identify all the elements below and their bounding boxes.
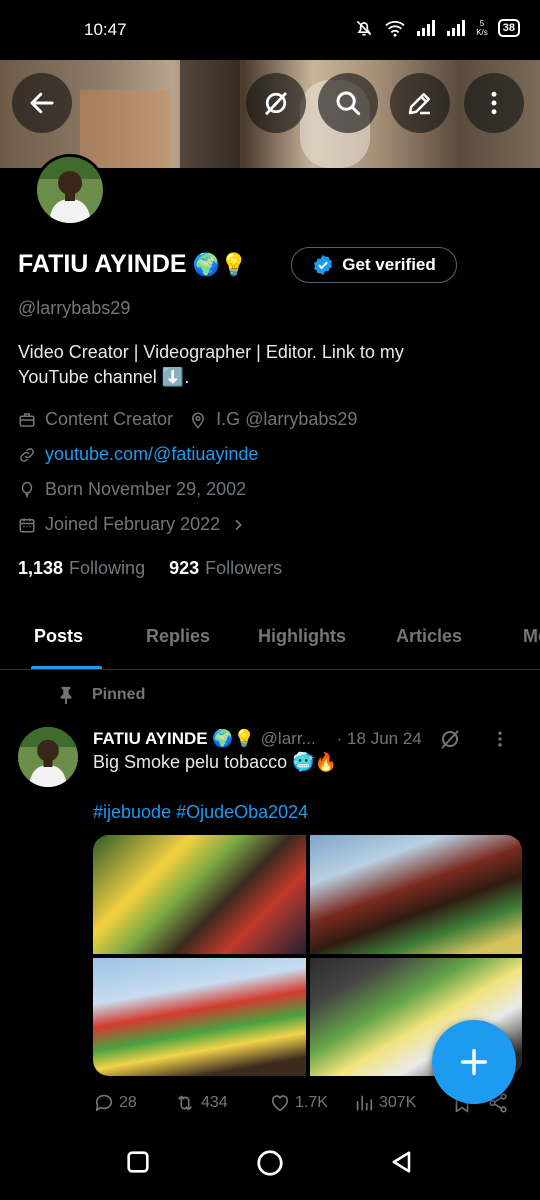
status-time: 10:47 [84,20,127,39]
views-icon [356,1095,373,1111]
post-hashtags[interactable]: #ijebuode #OjudeOba2024 [93,802,308,823]
reply-icon [95,1094,113,1112]
profile-location: I.G @larrybabs29 [216,409,358,429]
post-author-avatar[interactable] [18,727,78,787]
battery-indicator: 38 [497,19,520,37]
post-more-icon[interactable] [490,729,510,749]
status-icons: 5 K/s 38 [354,18,520,38]
back-nav-icon[interactable] [388,1148,416,1176]
link-icon [20,447,34,462]
profile-name: FATIU AYINDE 🌍💡 [18,250,247,279]
profile-meta-row-1: Content Creator I.G @larrybabs29 [18,409,357,430]
like-button[interactable]: 1.7K [269,1092,353,1114]
avatar-photo [37,157,103,223]
profile-meta-row-3: Born November 29, 2002 [18,479,246,500]
compose-post-button[interactable] [432,1020,516,1104]
back-arrow-icon [30,92,54,114]
status-bar: 10:47 5 K/s 38 [0,0,540,60]
home-icon[interactable] [255,1148,285,1178]
pinned-label: Pinned [58,686,145,704]
post-image-1[interactable] [93,835,306,954]
mute-bell-icon [356,20,372,36]
tab-media[interactable]: Media [523,626,540,647]
reply-count: 28 [119,1094,137,1111]
pin-icon [60,686,72,704]
post-author-name[interactable]: FATIU AYINDE 🌍💡 [93,729,255,749]
signal-1-icon [417,20,436,36]
get-verified-label: Get verified [342,255,436,274]
post-avatar-photo [18,727,78,787]
grok-icon [264,92,288,116]
post-header: FATIU AYINDE 🌍💡 @larr... · 18 Jun 24 [93,727,523,751]
post-image-2[interactable] [309,835,522,954]
recent-apps-icon[interactable] [124,1148,152,1176]
tab-posts[interactable]: Posts [34,626,83,647]
profile-avatar[interactable] [34,154,106,226]
profile-category: Content Creator [45,409,174,429]
like-count: 1.7K [295,1094,328,1111]
repost-count: 434 [201,1094,228,1111]
tab-highlights[interactable]: Highlights [258,626,346,647]
followers-link[interactable]: 923 Followers [169,558,282,579]
more-vertical-icon [491,91,497,115]
more-button[interactable] [464,73,524,133]
following-link[interactable]: 1,138 Following [18,558,145,579]
followers-count: 923 [169,558,200,578]
profile-meta-row-4[interactable]: Joined February 2022 [18,514,246,535]
active-tab-indicator [31,666,102,669]
repost-button[interactable]: 434 [173,1092,269,1114]
search-button[interactable] [318,73,378,133]
tab-replies[interactable]: Replies [146,626,210,647]
chevron-right-icon [235,519,242,530]
network-speed-value: 5 [479,19,485,28]
grok-button[interactable] [246,73,306,133]
back-button[interactable] [12,73,72,133]
plus-icon [460,1048,488,1076]
bio-line-2: YouTube channel ⬇️. [18,367,190,387]
pinned-text: Pinned [92,686,146,703]
briefcase-icon [19,412,35,427]
get-verified-button[interactable]: Get verified [291,247,457,283]
profile-name-text: FATIU AYINDE [18,250,187,278]
profile-joined: Joined February 2022 [45,514,221,534]
system-nav-bar [0,1120,540,1200]
follow-stats: 1,138 Following 923 Followers [18,558,282,579]
post-date[interactable]: · 18 Jun 24 [337,729,422,749]
heart-icon [271,1095,289,1112]
post-image-3[interactable] [93,957,306,1076]
profile-bio: Video Creator | Videographer | Editor. L… [18,340,498,390]
following-count: 1,138 [18,558,64,578]
views-count: 307K [379,1094,417,1111]
repost-icon [177,1095,193,1111]
following-label: Following [69,558,146,578]
verified-badge-icon [314,254,333,276]
profile-tabs: Posts Replies Highlights Articles Media [0,608,540,670]
profile-meta-row-2: youtube.com/@fatiuayinde [18,444,258,465]
post-author-handle[interactable]: @larr... [261,729,327,749]
location-pin-icon [192,412,205,429]
network-speed: 5 K/s [476,19,488,37]
bio-line-1: Video Creator | Videographer | Editor. L… [18,342,404,362]
views-button[interactable]: 307K [353,1092,451,1114]
edit-icon [408,93,430,115]
post-text: Big Smoke pelu tobacco 🥶🔥 [93,752,337,772]
edit-profile-button[interactable] [390,73,450,133]
search-icon [336,91,361,116]
followers-label: Followers [205,558,283,578]
profile-website-link[interactable]: youtube.com/@fatiuayinde [45,444,258,465]
network-speed-unit: K/s [476,28,488,37]
calendar-icon [19,517,35,532]
profile-born: Born November 29, 2002 [45,479,247,499]
grok-post-icon[interactable] [438,727,462,751]
signal-2-icon [447,20,466,36]
reply-button[interactable]: 28 [93,1092,173,1114]
balloon-icon [21,481,33,497]
profile-name-emojis: 🌍💡 [192,251,248,277]
profile-handle: @larrybabs29 [18,298,131,318]
tab-articles[interactable]: Articles [396,626,462,647]
wifi-icon [385,21,405,37]
